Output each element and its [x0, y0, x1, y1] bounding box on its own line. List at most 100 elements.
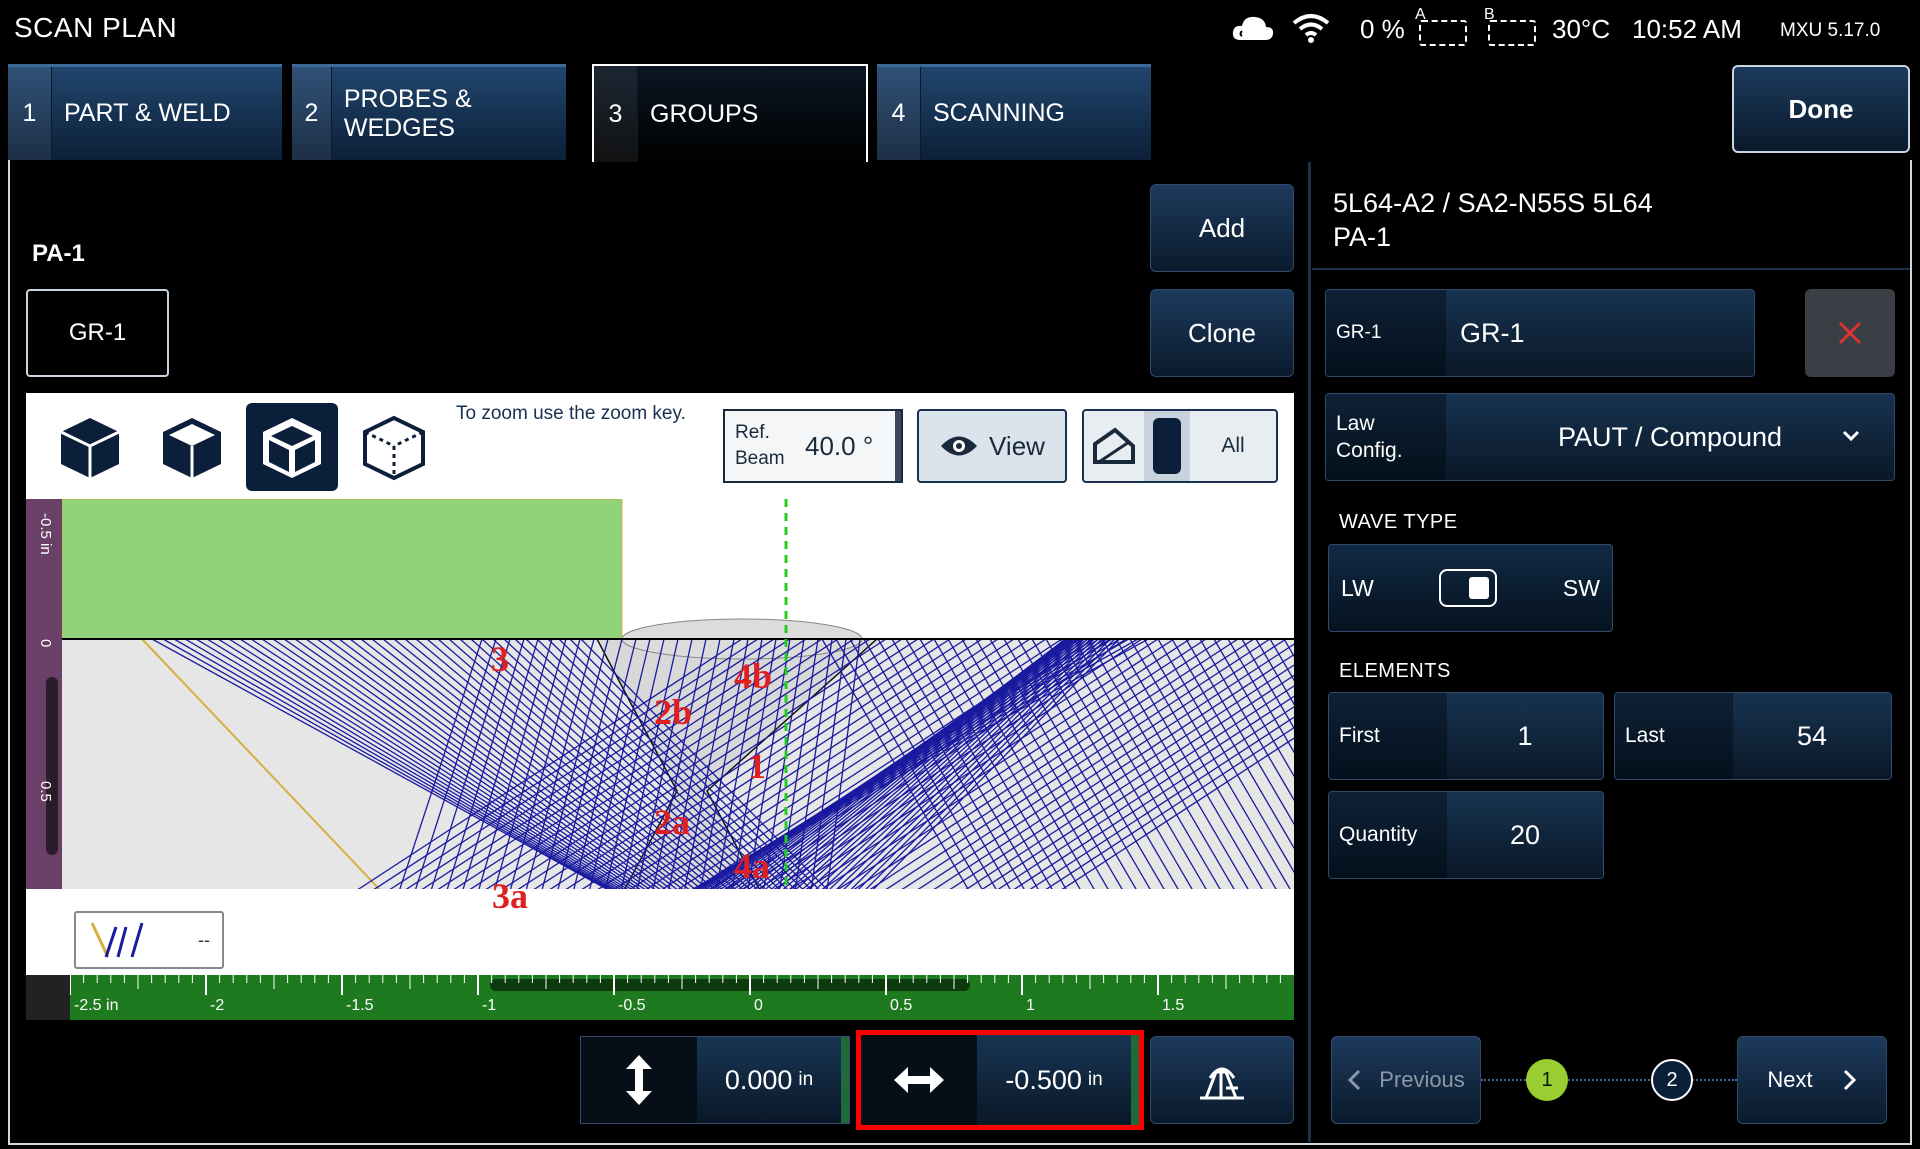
scan-viewer[interactable]: To zoom use the zoom key. Ref. Beam 40.0 … — [26, 393, 1294, 1020]
outline-cube-view-icon[interactable] — [146, 403, 238, 491]
v-tick-label: 0.5 — [37, 781, 54, 802]
panel-divider — [1308, 162, 1311, 1142]
group-name-value: GR-1 — [1446, 290, 1754, 376]
wave-type-toggle[interactable]: LW SW — [1328, 544, 1613, 632]
ref-beam-label: Beam — [735, 448, 785, 469]
probe-scale-icon — [1200, 1067, 1244, 1100]
h-tick-label: 0.5 — [890, 997, 913, 1014]
temperature-text: 30°C — [1552, 14, 1611, 44]
ref-beam-field[interactable]: Ref. Beam 40.0 ° — [723, 409, 903, 483]
v-tick-label: 1 — [37, 919, 54, 928]
previous-label: Previous — [1379, 1067, 1465, 1092]
first-element-field[interactable]: First 1 — [1328, 692, 1604, 780]
next-label: Next — [1767, 1067, 1813, 1092]
step-indicator-1[interactable]: 1 — [1526, 1059, 1568, 1101]
tab-label: SCANNING — [933, 99, 1065, 127]
battery-text: 0 % — [1360, 14, 1405, 44]
next-button[interactable]: Next — [1737, 1036, 1887, 1124]
zone-label: 2b — [654, 692, 693, 732]
tab-number: 4 — [877, 67, 921, 160]
group-name-label: GR-1 — [1326, 290, 1446, 376]
tab-groups[interactable]: 3 GROUPS — [592, 64, 868, 162]
done-button[interactable]: Done — [1732, 65, 1910, 153]
tab-number: 1 — [8, 67, 52, 160]
law-config-label: Law Config. — [1326, 394, 1446, 480]
app-title: SCAN PLAN — [14, 12, 178, 43]
section-separator — [1312, 268, 1910, 270]
vertical-offset-control[interactable]: 0.000 in — [580, 1036, 850, 1124]
all-label: All — [1221, 434, 1245, 457]
first-element-value: 1 — [1447, 693, 1603, 779]
wave-lw-label: LW — [1341, 574, 1374, 601]
probe-label: PA-1 — [32, 240, 85, 267]
chevron-left-icon — [1348, 1069, 1361, 1091]
display-filter-toggle[interactable]: All — [1082, 409, 1278, 483]
law-config-dropdown[interactable]: Law Config. PAUT / Compound — [1325, 393, 1895, 481]
tab-scanning[interactable]: 4 SCANNING — [877, 64, 1151, 160]
horizontal-offset-unit: in — [1087, 1069, 1103, 1090]
close-icon — [1838, 321, 1862, 345]
horizontal-offset-control[interactable]: -0.500 in — [856, 1030, 1144, 1130]
previous-button[interactable]: Previous — [1331, 1036, 1481, 1124]
zone-label: 3a — [492, 876, 528, 916]
group-name-field[interactable]: GR-1 GR-1 — [1325, 289, 1755, 377]
tab-label: PROBES & WEDGES — [343, 84, 472, 142]
tab-label: PART & WELD — [64, 99, 231, 127]
clone-button[interactable]: Clone — [1150, 289, 1294, 377]
tab-label: GROUPS — [650, 99, 759, 128]
wireframe-cube-view-icon[interactable] — [348, 403, 440, 491]
probe-position-button[interactable] — [1150, 1036, 1294, 1124]
first-element-label: First — [1329, 693, 1447, 779]
probe-model: 5L64-A2 / SA2-N55S 5L64 — [1333, 188, 1653, 218]
tab-part-weld[interactable]: 1 PART & WELD — [8, 64, 282, 160]
h-tick-label: -1.5 — [346, 997, 374, 1014]
view-label: View — [989, 430, 1045, 461]
zone-label: 1 — [748, 746, 766, 786]
solid-cube-view-icon[interactable] — [44, 403, 136, 491]
h-tick-label: 1 — [1026, 997, 1035, 1014]
slot-a-indicator: A — [1415, 6, 1467, 46]
quantity-value: 20 — [1447, 792, 1603, 878]
tab-probes-wedges[interactable]: 2 PROBES & WEDGES — [292, 64, 566, 160]
horizontal-ruler: -2.5 in -2 -1.5 -1 -0.5 0 0.5 1 1.5 — [70, 975, 1294, 1020]
weld-legend: -- — [74, 911, 224, 969]
last-element-label: Last — [1615, 693, 1733, 779]
elements-title: ELEMENTS — [1339, 660, 1451, 682]
vertical-offset-value: 0.000 in — [697, 1037, 841, 1123]
delete-group-button[interactable] — [1805, 289, 1895, 377]
zone-label: 4b — [734, 656, 773, 696]
last-element-value: 54 — [1733, 693, 1891, 779]
ref-beam-label: Ref. — [735, 422, 770, 443]
wave-type-title: WAVE TYPE — [1339, 511, 1458, 533]
version-text: MXU 5.17.0 — [1780, 20, 1881, 41]
view-button[interactable]: View — [917, 409, 1067, 483]
horizontal-arrows-icon — [861, 1035, 977, 1125]
h-tick-label: -2 — [210, 997, 225, 1014]
slot-b-indicator: B — [1484, 6, 1536, 46]
law-config-label-line: Config. — [1336, 439, 1403, 462]
last-element-field[interactable]: Last 54 — [1614, 692, 1892, 780]
chevron-right-icon — [1843, 1069, 1856, 1091]
group-chip[interactable]: GR-1 — [26, 289, 169, 377]
h-tick-label: 0 — [754, 997, 763, 1014]
step-connector — [1481, 1079, 1737, 1081]
vertical-offset-unit: in — [798, 1069, 814, 1090]
eye-icon — [941, 436, 978, 456]
filter-toggle-knob[interactable] — [1144, 411, 1190, 481]
wave-toggle-switch[interactable] — [1439, 569, 1498, 607]
ruler-corner — [26, 975, 70, 1020]
chevron-down-icon — [1842, 430, 1860, 442]
quantity-field[interactable]: Quantity 20 — [1328, 791, 1604, 879]
quantity-label: Quantity — [1329, 792, 1447, 878]
selected-cube-view-icon[interactable] — [246, 403, 338, 491]
v-tick-label: 0 — [37, 639, 54, 648]
law-config-label-line: Law — [1336, 412, 1375, 435]
wifi-icon — [1292, 12, 1330, 49]
add-button[interactable]: Add — [1150, 184, 1294, 272]
cloud-icon — [1230, 12, 1276, 49]
vertical-ruler: -0.5 in 0 0.5 1 — [26, 499, 62, 927]
h-tick-label: -2.5 in — [74, 997, 119, 1014]
h-tick-label: -1 — [482, 997, 497, 1014]
tab-number: 3 — [594, 66, 638, 162]
step-indicator-2[interactable]: 2 — [1651, 1059, 1693, 1101]
